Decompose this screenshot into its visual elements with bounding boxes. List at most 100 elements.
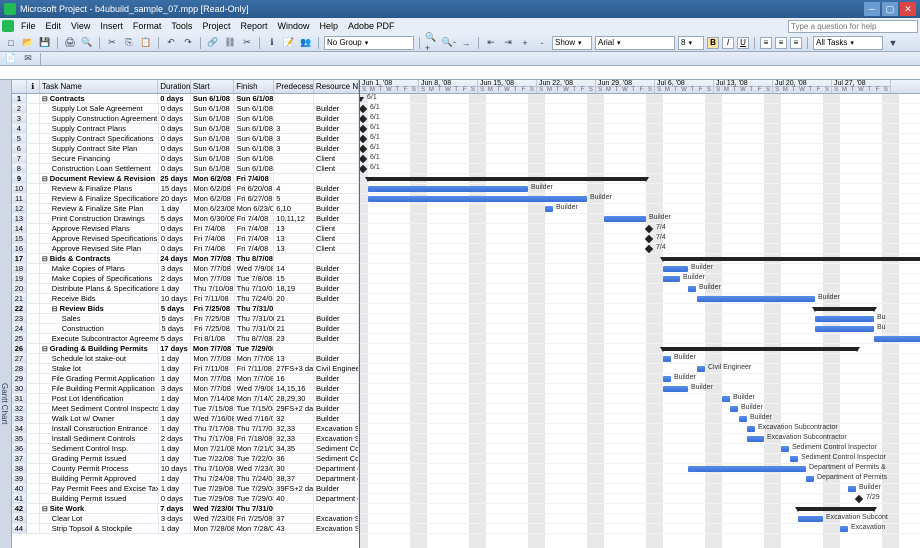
new-button[interactable]: □ bbox=[4, 36, 18, 50]
cell-duration[interactable]: 1 day bbox=[159, 284, 192, 293]
row-id[interactable]: 20 bbox=[12, 284, 27, 293]
cell-resource[interactable]: Builder bbox=[314, 114, 359, 123]
milestone-icon[interactable] bbox=[360, 115, 367, 123]
cell-finish[interactable]: Sun 6/1/08 bbox=[234, 94, 274, 103]
cell-pred[interactable]: 30 bbox=[274, 464, 314, 473]
summary-bar[interactable] bbox=[663, 257, 920, 261]
row-id[interactable]: 41 bbox=[12, 494, 27, 503]
cell-taskname[interactable]: Supply Construction Agreement bbox=[40, 114, 159, 123]
cell-pred[interactable] bbox=[274, 104, 314, 113]
table-row[interactable]: 7Secure Financing0 daysSun 6/1/08Sun 6/1… bbox=[12, 154, 359, 164]
row-id[interactable]: 22 bbox=[12, 304, 27, 313]
assign-resources-button[interactable]: 👥 bbox=[299, 36, 313, 50]
cell-duration[interactable]: 0 days bbox=[159, 224, 192, 233]
cell-finish[interactable]: Mon 7/7/08 bbox=[235, 354, 275, 363]
table-row[interactable]: 1⊟Contracts0 daysSun 6/1/08Sun 6/1/08 bbox=[12, 94, 359, 104]
row-id[interactable]: 30 bbox=[12, 384, 27, 393]
cell-duration[interactable]: 1 day bbox=[159, 474, 192, 483]
cell-pred[interactable] bbox=[274, 504, 314, 513]
cell-duration[interactable]: 1 day bbox=[159, 454, 192, 463]
cell-taskname[interactable]: Schedule lot stake-out bbox=[40, 354, 159, 363]
cell-pred[interactable]: 4 bbox=[274, 184, 314, 193]
table-row[interactable]: 9⊟Document Review & Revision25 daysMon 6… bbox=[12, 174, 359, 184]
row-id[interactable]: 33 bbox=[12, 414, 27, 423]
cell-pred[interactable]: 43 bbox=[274, 524, 314, 533]
gantt-row[interactable]: Builder bbox=[360, 184, 920, 194]
row-id[interactable]: 26 bbox=[12, 344, 27, 353]
cell-duration[interactable]: 0 days bbox=[159, 124, 192, 133]
summary-bar[interactable] bbox=[798, 507, 874, 511]
cell-pred[interactable] bbox=[274, 304, 314, 313]
cell-resource[interactable]: Sediment Contr bbox=[314, 444, 359, 453]
cell-start[interactable]: Wed 7/23/08 bbox=[191, 504, 234, 513]
cell-taskname[interactable]: County Permit Process bbox=[40, 464, 159, 473]
gantt-row[interactable] bbox=[360, 334, 920, 344]
gantt-row[interactable]: Sediment Control Inspector bbox=[360, 454, 920, 464]
cell-start[interactable]: Fri 7/4/08 bbox=[191, 244, 234, 253]
menu-window[interactable]: Window bbox=[272, 20, 314, 32]
cell-start[interactable]: Wed 7/23/08 bbox=[191, 514, 234, 523]
cell-taskname[interactable]: ⊟Document Review & Revision bbox=[40, 174, 158, 183]
cell-start[interactable]: Thu 7/17/08 bbox=[191, 424, 234, 433]
row-id[interactable]: 8 bbox=[12, 164, 27, 173]
table-row[interactable]: 17⊟Bids & Contracts24 daysMon 7/7/08Thu … bbox=[12, 254, 359, 264]
cell-duration[interactable]: 3 days bbox=[159, 264, 192, 273]
task-bar[interactable] bbox=[730, 406, 738, 412]
week-header[interactable]: Jul 13, '08SMTWTFS bbox=[714, 80, 773, 93]
link-button[interactable]: 🔗 bbox=[206, 36, 220, 50]
cell-resource[interactable]: Builder bbox=[314, 104, 359, 113]
cell-resource[interactable]: Builder bbox=[314, 294, 359, 303]
cell-taskname[interactable]: ⊟Site Work bbox=[40, 504, 158, 513]
cell-finish[interactable]: Mon 7/28/08 bbox=[235, 524, 275, 533]
cell-pred[interactable]: 21 bbox=[275, 324, 315, 333]
cell-start[interactable]: Mon 7/7/08 bbox=[191, 274, 234, 283]
cell-finish[interactable]: Tue 7/8/08 bbox=[235, 274, 275, 283]
gantt-row[interactable]: Builder bbox=[360, 384, 920, 394]
cell-duration[interactable]: 1 day bbox=[159, 444, 192, 453]
cell-pred[interactable]: 32 bbox=[274, 414, 314, 423]
row-id[interactable]: 1 bbox=[12, 94, 27, 103]
open-button[interactable]: 📂 bbox=[21, 36, 35, 50]
gantt-row[interactable]: 7/29 bbox=[360, 494, 920, 504]
cell-duration[interactable]: 3 days bbox=[159, 384, 192, 393]
milestone-icon[interactable] bbox=[855, 495, 863, 503]
cell-pred[interactable]: 18,19 bbox=[274, 284, 314, 293]
cell-start[interactable]: Tue 7/29/08 bbox=[191, 484, 234, 493]
cell-duration[interactable]: 5 days bbox=[159, 214, 192, 223]
task-bar[interactable] bbox=[663, 376, 671, 382]
cell-taskname[interactable]: Make Copies of Plans bbox=[40, 264, 159, 273]
milestone-icon[interactable] bbox=[645, 225, 653, 233]
cell-duration[interactable]: 20 days bbox=[159, 194, 192, 203]
task-bar[interactable] bbox=[806, 476, 814, 482]
cell-start[interactable]: Sun 6/1/08 bbox=[191, 94, 234, 103]
cell-duration[interactable]: 0 days bbox=[159, 244, 192, 253]
cell-taskname[interactable]: Approve Revised Specifications bbox=[40, 234, 159, 243]
cell-resource[interactable]: Excavation Sub bbox=[314, 434, 359, 443]
menu-tools[interactable]: Tools bbox=[166, 20, 197, 32]
cell-resource[interactable]: Client bbox=[314, 164, 359, 173]
row-id[interactable]: 39 bbox=[12, 474, 27, 483]
pdf-button[interactable]: 📄 bbox=[4, 52, 18, 66]
cell-start[interactable]: Sun 6/1/08 bbox=[191, 104, 234, 113]
gantt-row[interactable]: Department of Permits bbox=[360, 474, 920, 484]
gantt-row[interactable]: Builder bbox=[360, 414, 920, 424]
cell-taskname[interactable]: Meet Sediment Control Inspector bbox=[40, 404, 159, 413]
gantt-row[interactable]: 6/1 bbox=[360, 144, 920, 154]
table-row[interactable]: 30File Building Permit Application3 days… bbox=[12, 384, 359, 394]
cell-pred[interactable]: 36 bbox=[274, 454, 314, 463]
cell-finish[interactable]: Tue 7/15/08 bbox=[235, 404, 275, 413]
table-row[interactable]: 3Supply Construction Agreement0 daysSun … bbox=[12, 114, 359, 124]
gantt-row[interactable] bbox=[360, 174, 920, 184]
cell-taskname[interactable]: Construction Loan Settlement bbox=[40, 164, 159, 173]
col-taskname-header[interactable]: Task Name bbox=[40, 80, 158, 93]
row-id[interactable]: 2 bbox=[12, 104, 27, 113]
menu-help[interactable]: Help bbox=[314, 20, 343, 32]
cell-pred[interactable]: 27FS+3 days bbox=[274, 364, 314, 373]
cell-duration[interactable]: 1 day bbox=[159, 374, 192, 383]
table-row[interactable]: 2Supply Lot Sale Agreement0 daysSun 6/1/… bbox=[12, 104, 359, 114]
cell-taskname[interactable]: Stake lot bbox=[40, 364, 159, 373]
cell-duration[interactable]: 25 days bbox=[158, 174, 191, 183]
row-id[interactable]: 10 bbox=[12, 184, 27, 193]
cell-pred[interactable] bbox=[274, 164, 314, 173]
cell-pred[interactable] bbox=[274, 114, 314, 123]
